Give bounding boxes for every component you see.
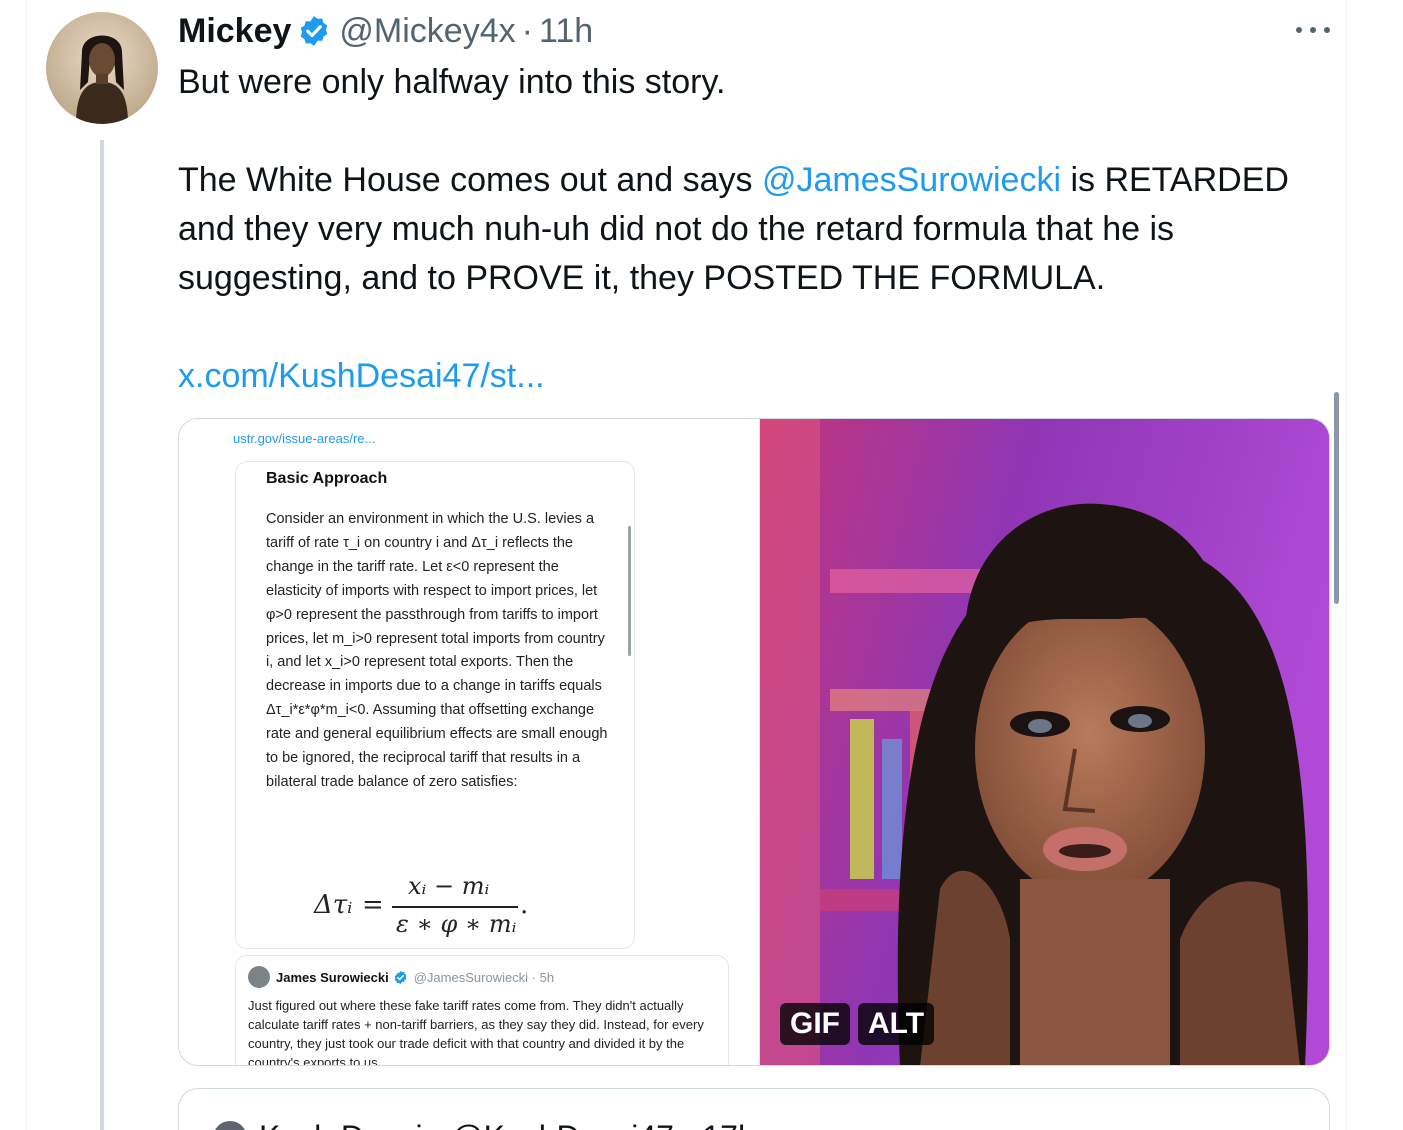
media-gif[interactable]: GIF ALT [760,419,1329,1065]
media-image-screenshot[interactable]: ustr.gov/issue-areas/re... Basic Approac… [179,419,760,1065]
tweet-text-intro: But were only halfway into this story. [178,63,726,101]
tweet-timestamp[interactable]: 11h [539,12,593,51]
formula-equals: = [362,890,384,920]
screenshot-card-title: Basic Approach [266,470,388,487]
quoted-tweet-header: James Surowiecki @JamesSurowiecki · 5h [248,966,554,988]
screenshot-scrollbar [628,526,631,656]
external-link[interactable]: x.com/KushDesai47/st... [178,352,545,401]
quoted-tweet-card[interactable]: Kush Desai · @KushDesai47 · 17h [178,1088,1330,1130]
screenshot-card: Basic Approach Consider an environment i… [235,461,635,949]
mention-link[interactable]: @JamesSurowiecki [762,161,1061,199]
quoted-author-name: James Surowiecki [276,969,389,985]
formula-fraction-bar [392,906,518,908]
author-handle[interactable]: @Mickey4x [339,12,515,51]
quoted-tweet-text: Just figured out where these fake tariff… [248,998,704,1066]
formula-numerator: xᵢ − mᵢ [408,872,490,900]
screenshot-card-body: Consider an environment in which the U.S… [266,511,608,790]
tariff-formula: Δτᵢ = xᵢ − mᵢ ε ∗ φ ∗ mᵢ . [314,872,574,942]
alt-text-button[interactable]: ALT [858,1003,935,1045]
verified-badge-icon[interactable] [297,14,331,48]
formula-end: . [520,890,529,920]
author-avatar[interactable] [46,12,158,124]
quoted-author-handle: @JamesSurowiecki · 5h [413,969,555,985]
more-options-icon[interactable] [1296,20,1330,40]
gif-still-image [760,419,1329,1065]
screenshot-url: ustr.gov/issue-areas/re... [233,431,376,446]
quoted-verified-badge-icon [393,970,408,985]
timeline-right-border [1346,0,1347,1130]
gif-badge: GIF [780,1003,850,1045]
timeline-left-border [26,0,27,1130]
author-name[interactable]: Mickey [178,12,291,51]
media-grid: ustr.gov/issue-areas/re... Basic Approac… [178,418,1330,1066]
screenshot-quoted-tweet: James Surowiecki @JamesSurowiecki · 5h J… [235,955,729,1066]
formula-denominator: ε ∗ φ ∗ mᵢ [396,910,517,938]
tweet-text-before-mention: The White House comes out and says [178,161,762,199]
page-scrollbar[interactable] [1334,392,1339,604]
quoted-card-avatar [213,1121,247,1130]
tweet-header: Mickey @Mickey4x · 11h [178,8,593,54]
thread-connector-line [100,140,104,1130]
header-separator: · [521,11,533,50]
tweet-text: But were only halfway into this story. T… [178,58,1318,303]
quoted-avatar [248,966,270,988]
formula-lhs: Δτᵢ [314,890,353,920]
quoted-card-header: Kush Desai · @KushDesai47 · 17h [259,1119,756,1130]
